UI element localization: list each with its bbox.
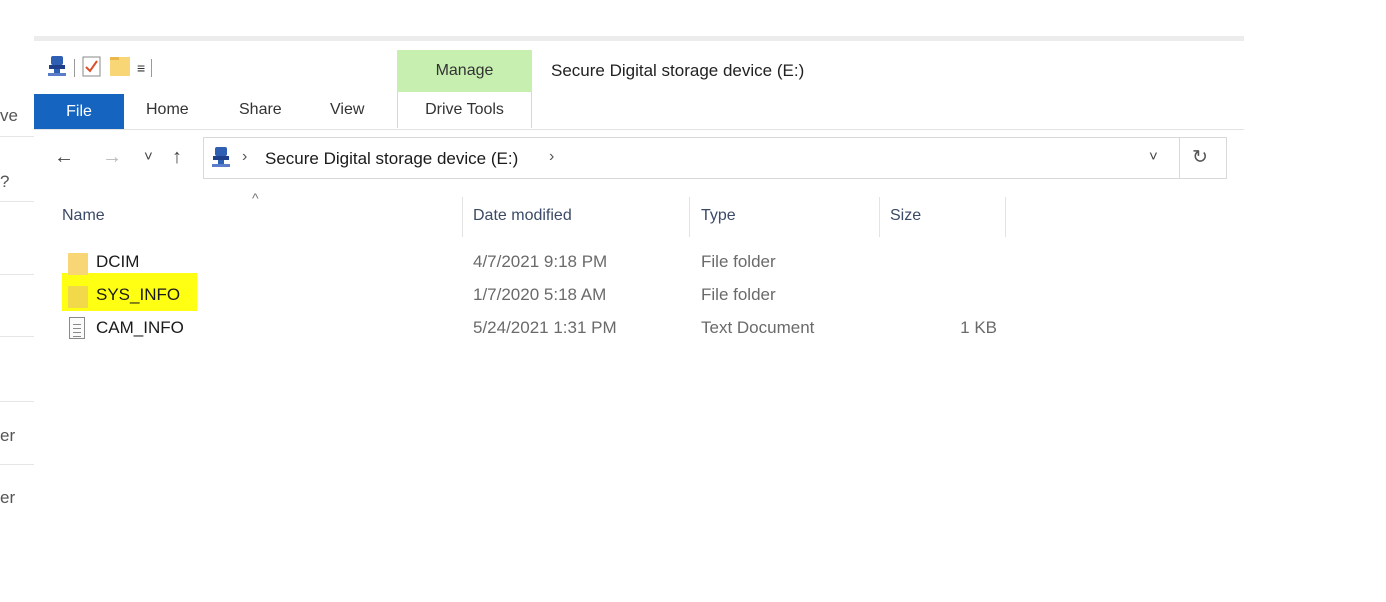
column-divider[interactable]: [462, 197, 463, 237]
column-divider[interactable]: [1005, 197, 1006, 237]
tab-home[interactable]: Home: [146, 101, 189, 119]
divider: [74, 59, 75, 77]
folder-icon: [66, 251, 88, 275]
divider: [0, 201, 34, 202]
fragment-text: er: [0, 426, 16, 445]
column-header-name[interactable]: Name: [62, 207, 105, 225]
file-name: DCIM: [96, 252, 140, 271]
properties-icon[interactable]: [81, 54, 103, 83]
divider: [0, 136, 34, 137]
folder-icon: [66, 284, 88, 308]
file-row[interactable]: SYS_INFO 1/7/2020 5:18 AM File folder: [62, 282, 1002, 310]
file-type: Text Document: [701, 318, 815, 337]
column-header-date-modified[interactable]: Date modified: [473, 207, 572, 225]
divider: [0, 336, 34, 337]
breadcrumb-chevron-icon[interactable]: ›: [242, 148, 247, 166]
column-header-size[interactable]: Size: [890, 207, 921, 225]
file-date-modified: 5/24/2021 1:31 PM: [473, 318, 617, 337]
file-name: SYS_INFO: [96, 285, 181, 304]
column-divider[interactable]: [879, 197, 880, 237]
drive-icon[interactable]: [46, 54, 68, 83]
tab-manage[interactable]: Manage: [397, 50, 532, 92]
column-header-type[interactable]: Type: [701, 207, 736, 225]
tab-file[interactable]: File: [34, 94, 124, 129]
tab-drive-tools[interactable]: Drive Tools: [397, 92, 532, 128]
fragment-text: ve: [0, 106, 18, 125]
up-arrow-icon[interactable]: ↑: [172, 145, 182, 169]
file-explorer-window: ≡ Manage Secure Digital storage device (…: [34, 36, 1244, 518]
recent-locations-chevron-down-icon[interactable]: ˅: [144, 145, 153, 169]
ribbon-divider: [34, 129, 1244, 130]
forward-arrow-icon[interactable]: →: [102, 145, 122, 169]
file-date-modified: 1/7/2020 5:18 AM: [473, 285, 607, 304]
breadcrumb-chevron-icon[interactable]: ›: [549, 148, 554, 166]
tab-view[interactable]: View: [330, 101, 364, 119]
tab-share[interactable]: Share: [239, 101, 282, 119]
file-row[interactable]: CAM_INFO 5/24/2021 1:31 PM Text Document…: [62, 315, 1002, 343]
quick-access-toolbar: ≡: [46, 54, 153, 83]
address-dropdown-chevron-down-icon[interactable]: ˅: [1149, 148, 1158, 165]
fragment-text: ?: [0, 172, 10, 191]
divider: [0, 274, 34, 275]
file-type: File folder: [701, 252, 776, 271]
text-document-icon: [66, 317, 88, 341]
file-size: 1 KB: [960, 318, 997, 337]
divider: [1179, 138, 1180, 178]
divider: [0, 401, 34, 402]
file-type: File folder: [701, 285, 776, 304]
left-window-fragment: ve ? er er: [0, 36, 34, 518]
file-row[interactable]: DCIM 4/7/2021 9:18 PM File folder: [62, 249, 1002, 277]
fragment-text: er: [0, 488, 16, 507]
divider: [0, 464, 34, 465]
new-folder-icon[interactable]: [109, 54, 131, 83]
file-name: CAM_INFO: [96, 318, 184, 337]
address-bar[interactable]: › Secure Digital storage device (E:) › ˅…: [203, 137, 1227, 179]
file-date-modified: 4/7/2021 9:18 PM: [473, 252, 608, 271]
customize-toolbar-dropdown-icon[interactable]: ≡: [137, 60, 145, 76]
refresh-icon[interactable]: ↻: [1192, 146, 1208, 169]
divider: [151, 59, 153, 77]
column-divider[interactable]: [689, 197, 690, 237]
drive-icon: [210, 145, 232, 174]
sort-ascending-icon: ^: [252, 190, 259, 206]
back-arrow-icon[interactable]: ←: [54, 145, 74, 169]
window-title: Secure Digital storage device (E:): [551, 61, 805, 80]
breadcrumb-drive[interactable]: Secure Digital storage device (E:): [265, 149, 518, 169]
